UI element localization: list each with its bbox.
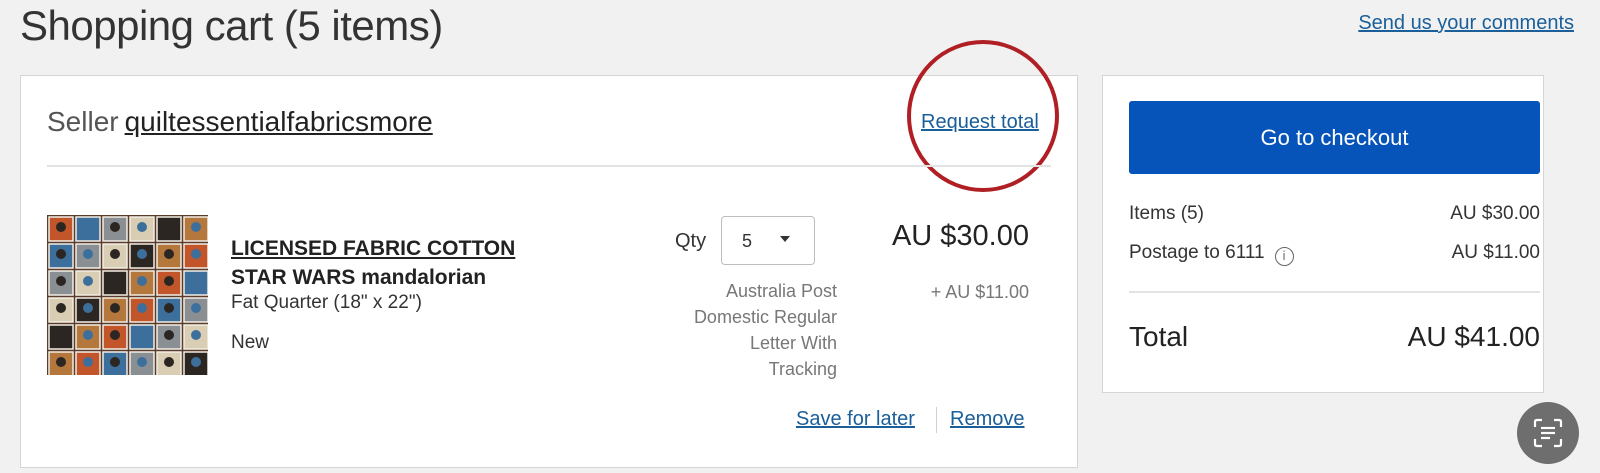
shipping-method-line: Letter With bbox=[749, 333, 837, 353]
chevron-down-icon bbox=[780, 236, 790, 242]
info-icon[interactable]: i bbox=[1274, 247, 1294, 266]
shipping-method: Australia Post Domestic Regular Letter W… bbox=[617, 278, 837, 382]
action-separator bbox=[936, 407, 937, 433]
divider bbox=[47, 165, 1051, 167]
go-to-checkout-button[interactable]: Go to checkout bbox=[1129, 101, 1540, 174]
scan-text-icon bbox=[1533, 418, 1563, 448]
item-price: AU $30.00 bbox=[891, 220, 1029, 252]
qty-label: Qty bbox=[675, 230, 707, 252]
page-title: Shopping cart (5 items) bbox=[20, 2, 443, 49]
item-title-subline: STAR WARS mandalorian bbox=[231, 266, 487, 289]
item-variant: Fat Quarter (18" x 22") bbox=[231, 292, 422, 313]
seller-label: Seller bbox=[47, 106, 119, 137]
divider bbox=[1129, 291, 1540, 293]
order-summary-card: Go to checkout Items (5) AU $30.00 Posta… bbox=[1102, 75, 1544, 393]
send-comments-link[interactable]: Send us your comments bbox=[1358, 12, 1574, 35]
item-condition: New bbox=[231, 332, 270, 353]
seller-name-link[interactable]: quiltessentialfabricsmore bbox=[125, 106, 433, 137]
postage-value: AU $11.00 bbox=[1451, 242, 1540, 263]
postage-label-wrap: Postage to 6111 i bbox=[1129, 242, 1294, 266]
qty-value: 5 bbox=[742, 231, 753, 251]
items-value: AU $30.00 bbox=[1450, 203, 1540, 224]
item-title-link[interactable]: LICENSED FABRIC COTTON bbox=[231, 234, 591, 263]
shipping-method-line: Australia Post bbox=[725, 281, 837, 301]
remove-link[interactable]: Remove bbox=[950, 408, 1024, 431]
postage-price: + AU $11.00 bbox=[930, 282, 1029, 302]
quantity-select[interactable]: 5 bbox=[721, 216, 815, 265]
save-for-later-link[interactable]: Save for later bbox=[796, 408, 915, 431]
postage-label: Postage to 6111 bbox=[1129, 242, 1265, 263]
total-value: AU $41.00 bbox=[1407, 321, 1540, 352]
shipping-method-line: Tracking bbox=[768, 359, 837, 379]
seller-header: Seller quiltessentialfabricsmore bbox=[47, 106, 433, 138]
shipping-method-line: Domestic Regular bbox=[693, 307, 837, 327]
request-total-link[interactable]: Request total bbox=[921, 111, 1039, 134]
total-label: Total bbox=[1129, 321, 1189, 352]
fabric-pattern-image bbox=[47, 215, 208, 375]
cart-page: Shopping cart (5 items) Send us your com… bbox=[0, 0, 1600, 473]
item-thumbnail[interactable] bbox=[47, 215, 208, 375]
items-label: Items (5) bbox=[1129, 203, 1204, 224]
scan-text-button[interactable] bbox=[1517, 402, 1579, 464]
seller-cart-card: Seller quiltessentialfabricsmore Request … bbox=[20, 40, 1078, 468]
item-title: LICENSED FABRIC COTTON STAR WARS mandalo… bbox=[231, 234, 591, 292]
